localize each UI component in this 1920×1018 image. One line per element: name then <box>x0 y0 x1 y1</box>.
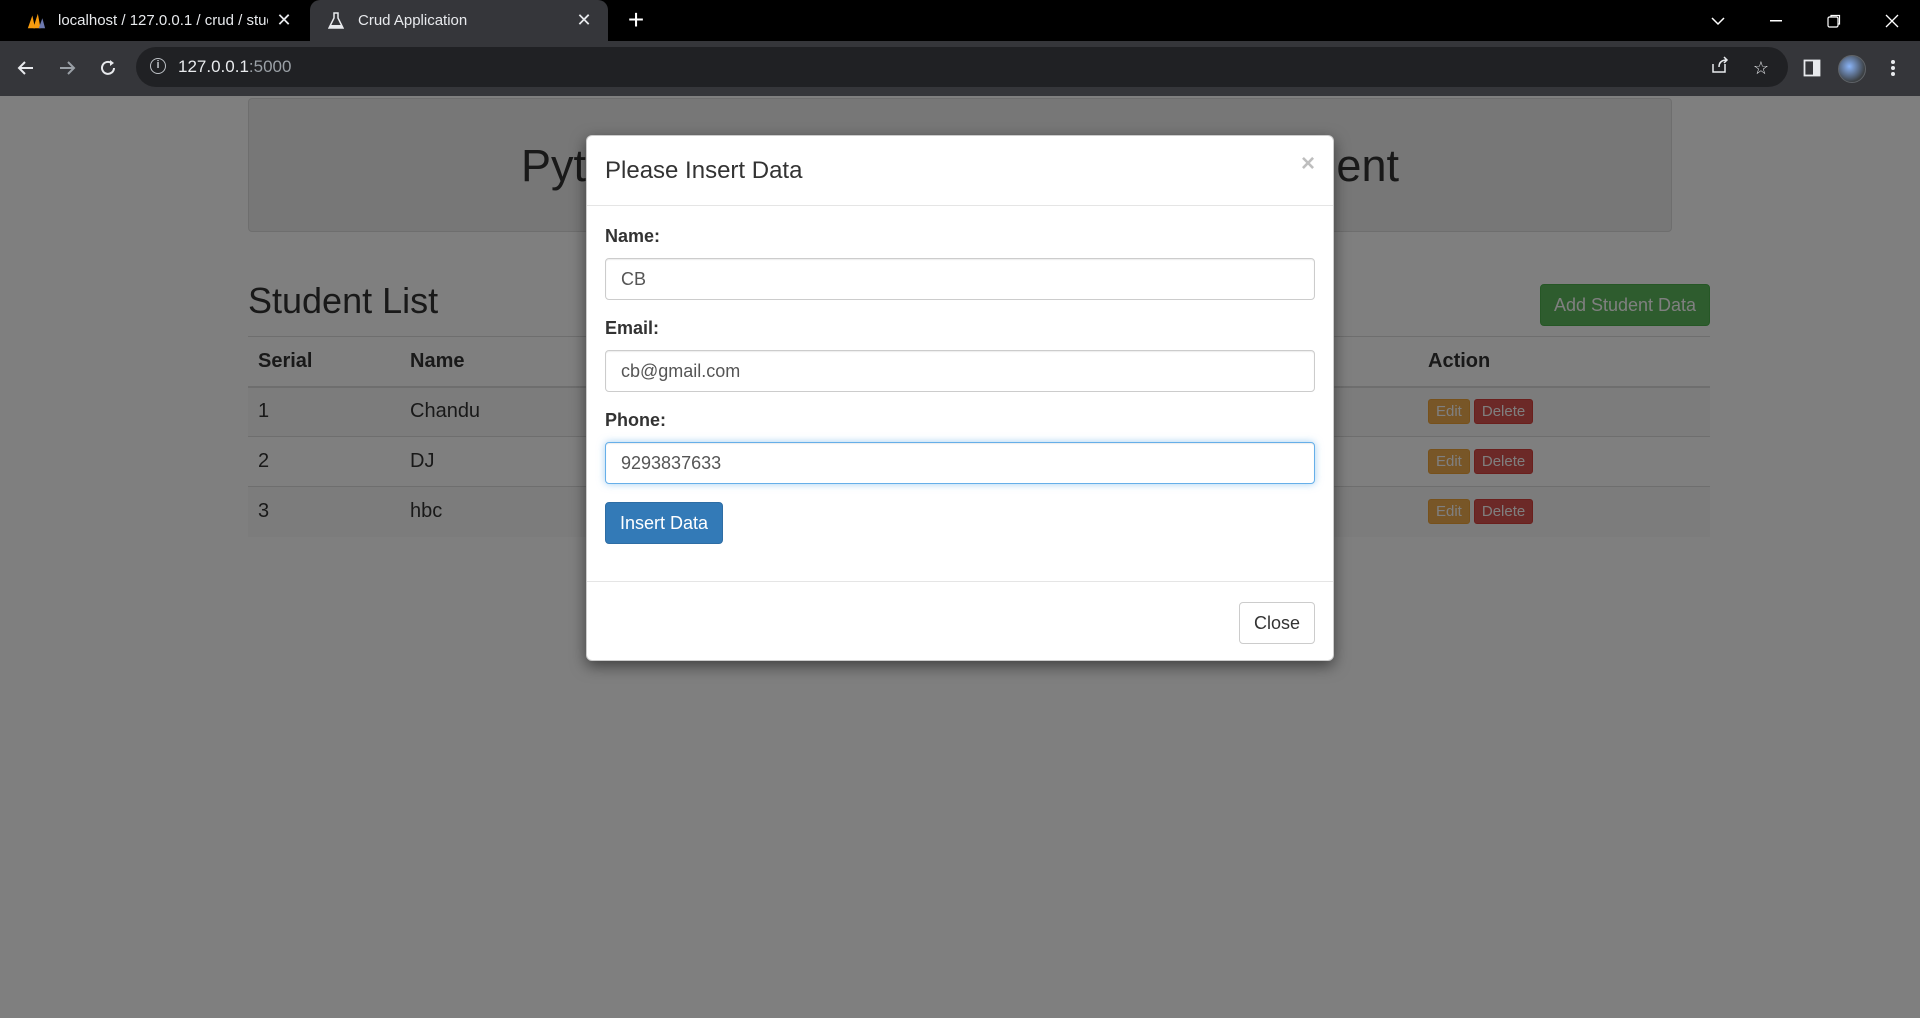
tab-search-icon[interactable] <box>1690 0 1746 41</box>
email-field[interactable] <box>605 350 1315 392</box>
browser-toolbar: i 127.0.0.1:5000 ☆ <box>0 41 1920 96</box>
new-tab-icon[interactable]: + <box>622 6 650 34</box>
share-icon[interactable] <box>1708 56 1732 80</box>
info-icon[interactable]: i <box>150 58 166 74</box>
modal-body: Name: Email: Phone: Insert Data <box>587 206 1333 583</box>
side-panel-icon[interactable] <box>1796 52 1828 84</box>
close-window-icon[interactable] <box>1864 0 1920 41</box>
close-icon[interactable]: × <box>1301 150 1315 178</box>
modal-header: Please Insert Data × <box>587 136 1333 206</box>
tab-phpmyadmin[interactable]: localhost / 127.0.0.1 / crud / stud ✕ <box>14 0 308 41</box>
phone-field[interactable] <box>605 442 1315 484</box>
menu-kebab-icon[interactable] <box>1877 52 1909 84</box>
tab-title: localhost / 127.0.0.1 / crud / stud <box>58 12 268 29</box>
name-label: Name: <box>605 226 661 246</box>
forward-icon[interactable] <box>51 52 83 84</box>
page-viewport: Python Flask Crud Application Developmen… <box>0 96 1920 1018</box>
close-icon[interactable]: ✕ <box>274 10 294 30</box>
flask-icon <box>326 11 346 31</box>
minimize-icon[interactable] <box>1748 0 1804 41</box>
address-bar[interactable]: i 127.0.0.1:5000 ☆ <box>136 47 1788 87</box>
phone-label: Phone: <box>605 410 666 430</box>
tab-crud-application[interactable]: Crud Application ✕ <box>310 0 608 41</box>
browser-tab-strip: localhost / 127.0.0.1 / crud / stud ✕ Cr… <box>0 0 1920 41</box>
back-icon[interactable] <box>10 52 42 84</box>
reload-icon[interactable] <box>92 52 124 84</box>
phpmyadmin-icon <box>26 11 46 31</box>
name-field[interactable] <box>605 258 1315 300</box>
insert-data-button[interactable]: Insert Data <box>605 502 723 544</box>
url-text: 127.0.0.1:5000 <box>178 57 292 76</box>
close-button[interactable]: Close <box>1239 602 1315 644</box>
insert-data-modal: Please Insert Data × Name: Email: Phone:… <box>586 135 1334 661</box>
close-icon[interactable]: ✕ <box>574 10 594 30</box>
email-label: Email: <box>605 318 660 338</box>
modal-title: Please Insert Data <box>605 157 803 184</box>
tab-title: Crud Application <box>358 12 468 29</box>
modal-footer: Close <box>587 581 1333 660</box>
profile-avatar[interactable] <box>1838 55 1866 83</box>
bookmark-star-icon[interactable]: ☆ <box>1749 56 1773 80</box>
restore-icon[interactable] <box>1806 0 1862 41</box>
